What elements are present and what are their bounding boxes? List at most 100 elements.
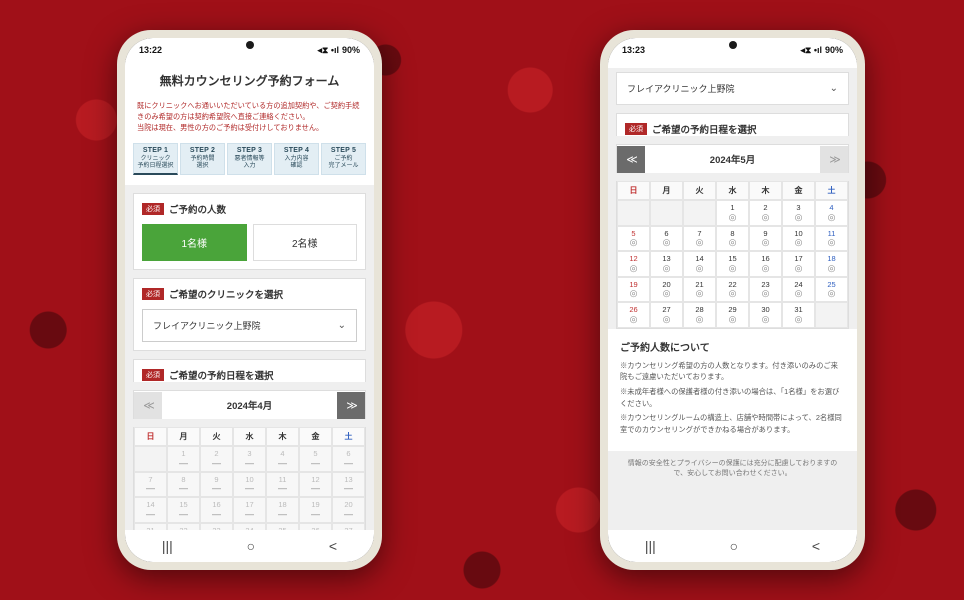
people-option-2[interactable]: 2名様: [253, 224, 358, 261]
calendar-header: ≪ 2024年4月 ≫: [133, 390, 366, 419]
signal-icons: ◂⧗ •ıl: [317, 45, 339, 56]
calendar-day[interactable]: 26◎: [617, 302, 650, 328]
card-title-date: ご希望の予約日程を選択: [169, 368, 274, 382]
calendar-day[interactable]: 13—: [332, 472, 365, 498]
calendar-week: 14—15—16—17—18—19—20—: [134, 497, 365, 523]
calendar-day[interactable]: 6—: [332, 446, 365, 472]
calendar-day[interactable]: 23◎: [749, 277, 782, 303]
screen-left[interactable]: 無料カウンセリング予約フォーム 既にクリニックへお通いいただいている方の追加契約…: [125, 62, 374, 530]
clinic-select[interactable]: フレイアクリニック上野院 ⌄: [142, 309, 357, 342]
dow-mon: 月: [167, 427, 200, 446]
calendar-day[interactable]: 5—: [299, 446, 332, 472]
calendar-day[interactable]: 3◎: [782, 200, 815, 226]
calendar-day[interactable]: 11◎: [815, 226, 848, 252]
dow-wed: 水: [716, 181, 749, 200]
calendar-day[interactable]: 9◎: [749, 226, 782, 252]
calendar-day[interactable]: 18—: [266, 497, 299, 523]
calendar-day[interactable]: 20◎: [650, 277, 683, 303]
calendar-day[interactable]: 21◎: [683, 277, 716, 303]
calendar-day[interactable]: 16◎: [749, 251, 782, 277]
calendar-cell-blank: [683, 200, 716, 226]
calendar-prev-left[interactable]: ≪: [134, 392, 162, 419]
calendar-day[interactable]: 29◎: [716, 302, 749, 328]
nav-back-button[interactable]: <: [329, 538, 337, 554]
calendar-day[interactable]: 26—: [299, 523, 332, 530]
nav-home-button[interactable]: ○: [247, 538, 255, 554]
calendar-day[interactable]: 12—: [299, 472, 332, 498]
calendar-day[interactable]: 8—: [167, 472, 200, 498]
required-badge: 必須: [142, 288, 164, 300]
calendar-week: 26◎27◎28◎29◎30◎31◎: [617, 302, 848, 328]
calendar-day[interactable]: 12◎: [617, 251, 650, 277]
calendar-day[interactable]: 24—: [233, 523, 266, 530]
calendar-day[interactable]: 23—: [200, 523, 233, 530]
calendar-day[interactable]: 22◎: [716, 277, 749, 303]
calendar-day[interactable]: 21—: [134, 523, 167, 530]
calendar-day[interactable]: 15—: [167, 497, 200, 523]
step-4: STEP 4入力内容 確認: [274, 143, 319, 175]
calendar-day[interactable]: 8◎: [716, 226, 749, 252]
dow-fri: 金: [782, 181, 815, 200]
calendar-prev-right[interactable]: ≪: [617, 146, 645, 173]
calendar-day[interactable]: 2—: [200, 446, 233, 472]
calendar-cell-blank: [134, 446, 167, 472]
step-3: STEP 3悪者情報等 入力: [227, 143, 272, 175]
calendar-day[interactable]: 31◎: [782, 302, 815, 328]
calendar-day[interactable]: 3—: [233, 446, 266, 472]
battery-text: 90%: [342, 45, 360, 55]
calendar-day[interactable]: 2◎: [749, 200, 782, 226]
calendar-week: 21—22—23—24—25—26—27—: [134, 523, 365, 530]
calendar-day[interactable]: 27—: [332, 523, 365, 530]
calendar-day[interactable]: 4—: [266, 446, 299, 472]
calendar-day[interactable]: 5◎: [617, 226, 650, 252]
calendar-day[interactable]: 24◎: [782, 277, 815, 303]
phone-left: 13:22 ◂⧗ •ıl 90% 無料カウンセリング予約フォーム 既にクリニック…: [117, 30, 382, 570]
calendar-day[interactable]: 7—: [134, 472, 167, 498]
people-option-1[interactable]: 1名様: [142, 224, 247, 261]
calendar-day[interactable]: 14—: [134, 497, 167, 523]
nav-back-button[interactable]: <: [812, 538, 820, 554]
calendar-day[interactable]: 15◎: [716, 251, 749, 277]
clinic-select-right[interactable]: フレイアクリニック上野院 ⌄: [617, 73, 848, 104]
calendar-day[interactable]: 1◎: [716, 200, 749, 226]
calendar-day[interactable]: 13◎: [650, 251, 683, 277]
screen-right[interactable]: フレイアクリニック上野院 ⌄ 必須 ご希望の予約日程を選択 ≪ 2024年5月 …: [608, 62, 857, 530]
nav-home-button[interactable]: ○: [730, 538, 738, 554]
calendar-day[interactable]: 28◎: [683, 302, 716, 328]
calendar-day[interactable]: 6◎: [650, 226, 683, 252]
calendar-day[interactable]: 18◎: [815, 251, 848, 277]
calendar-day[interactable]: 4◎: [815, 200, 848, 226]
calendar-day[interactable]: 10◎: [782, 226, 815, 252]
signal-icons: ◂⧗ •ıl: [800, 45, 822, 56]
status-time: 13:22: [139, 45, 162, 55]
calendar-day[interactable]: 27◎: [650, 302, 683, 328]
dow-sun: 日: [134, 427, 167, 446]
calendar-next-left[interactable]: ≫: [337, 392, 365, 419]
nav-recent-button[interactable]: |||: [162, 538, 173, 554]
calendar-next-right[interactable]: ≫: [820, 146, 848, 173]
calendar-day[interactable]: 19◎: [617, 277, 650, 303]
calendar-month-right: 2024年5月: [645, 145, 820, 173]
calendar-day[interactable]: 14◎: [683, 251, 716, 277]
card-people: 必須 ご予約の人数 1名様 2名様: [133, 193, 366, 270]
nav-recent-button[interactable]: |||: [645, 538, 656, 554]
calendar-day[interactable]: 19—: [299, 497, 332, 523]
card-title-clinic: ご希望のクリニックを選択: [169, 287, 283, 301]
calendar-day[interactable]: 7◎: [683, 226, 716, 252]
page-title: 無料カウンセリング予約フォーム: [125, 62, 374, 95]
calendar-day[interactable]: 11—: [266, 472, 299, 498]
required-badge: 必須: [142, 203, 164, 215]
card-title-people: ご予約の人数: [169, 202, 226, 216]
calendar-day[interactable]: 16—: [200, 497, 233, 523]
calendar-day[interactable]: 30◎: [749, 302, 782, 328]
calendar-day[interactable]: 10—: [233, 472, 266, 498]
calendar-day[interactable]: 22—: [167, 523, 200, 530]
calendar-day[interactable]: 1—: [167, 446, 200, 472]
calendar-day[interactable]: 25—: [266, 523, 299, 530]
calendar-day[interactable]: 17—: [233, 497, 266, 523]
calendar-day[interactable]: 25◎: [815, 277, 848, 303]
info-list: ※カウンセリング希望の方の人数となります。付き添いのみのご来院もご遠慮いただいて…: [608, 360, 857, 451]
calendar-day[interactable]: 20—: [332, 497, 365, 523]
calendar-day[interactable]: 17◎: [782, 251, 815, 277]
calendar-day[interactable]: 9—: [200, 472, 233, 498]
